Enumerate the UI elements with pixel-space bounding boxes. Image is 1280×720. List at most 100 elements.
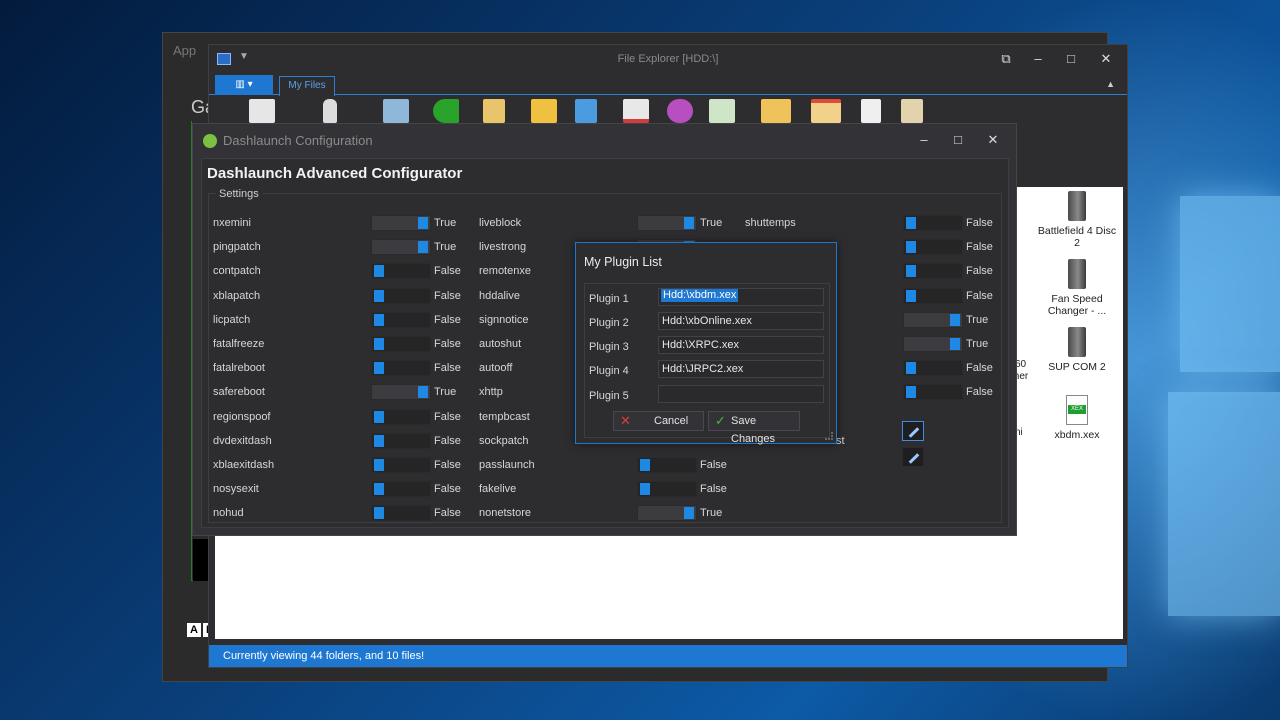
folder-gear-icon[interactable] xyxy=(761,99,791,123)
option-state: False xyxy=(966,217,993,229)
option-label-partial: st xyxy=(836,435,845,447)
option-toggle[interactable] xyxy=(371,457,431,473)
plugin-5-input[interactable] xyxy=(658,385,824,403)
folder-delete-icon[interactable] xyxy=(811,99,841,123)
file-name: Battlefield 4 Disc 2 xyxy=(1037,225,1117,249)
paste-icon[interactable] xyxy=(901,99,923,123)
option-toggle[interactable] xyxy=(637,505,697,522)
option-label: nxemini xyxy=(213,217,251,229)
number-seven-icon[interactable] xyxy=(249,99,275,123)
minimize-button[interactable]: – xyxy=(1021,45,1055,73)
option-label: hddalive xyxy=(479,289,520,302)
clipboard-icon[interactable] xyxy=(483,99,505,123)
option-toggle[interactable] xyxy=(903,311,963,328)
edit-plugin-button[interactable] xyxy=(902,447,924,467)
option-toggle[interactable] xyxy=(371,336,431,352)
option-toggle[interactable] xyxy=(371,263,431,280)
option-label: nosysexit xyxy=(213,483,259,496)
option-toggle[interactable] xyxy=(371,408,431,425)
option-label: contpatch xyxy=(213,265,261,278)
option-toggle[interactable] xyxy=(371,360,431,377)
option-toggle[interactable] xyxy=(903,263,963,280)
option-state: False xyxy=(434,338,461,350)
option-state: False xyxy=(434,410,461,423)
edit-icon[interactable] xyxy=(531,99,557,123)
copy-icon[interactable] xyxy=(861,99,881,123)
option-toggle[interactable] xyxy=(371,481,431,498)
option-toggle[interactable] xyxy=(903,287,963,304)
option-toggle[interactable] xyxy=(371,384,431,401)
save-changes-button[interactable]: ✓ Save Changes xyxy=(708,411,800,445)
app-menu-button[interactable]: ▥ ▾ xyxy=(215,75,273,95)
option-toggle[interactable] xyxy=(371,505,431,522)
option-toggle[interactable] xyxy=(371,215,431,231)
toggle-knob xyxy=(906,362,916,375)
option-state: True xyxy=(700,507,723,520)
plugin-2-input[interactable] xyxy=(658,312,824,330)
text-list-icon[interactable] xyxy=(575,99,597,123)
game-icon[interactable] xyxy=(667,99,693,123)
checklist-icon[interactable] xyxy=(623,99,649,123)
collapse-ribbon-icon[interactable]: ▲ xyxy=(1106,79,1115,89)
option-toggle[interactable] xyxy=(903,336,963,352)
option-label: autooff xyxy=(479,362,513,375)
drive-icon[interactable] xyxy=(383,99,409,123)
option-toggle[interactable] xyxy=(637,215,697,231)
toggle-knob xyxy=(906,386,916,399)
option-toggle[interactable] xyxy=(903,384,963,401)
option-toggle[interactable] xyxy=(637,457,697,473)
file-item[interactable]: Battlefield 4 Disc 2 xyxy=(1037,191,1117,249)
status-bar: Currently viewing 44 folders, and 10 fil… xyxy=(209,645,1127,667)
option-state: False xyxy=(966,289,993,302)
plugin-list-dialog: My Plugin List Plugin 1 Hdd:\xbdm.xex Pl… xyxy=(575,242,837,445)
file-item[interactable]: Fan Speed Changer - ... xyxy=(1037,259,1117,317)
plugin-4-input[interactable] xyxy=(658,360,824,378)
resize-grip-icon[interactable] xyxy=(825,432,833,440)
tab-my-files[interactable]: My Files xyxy=(279,76,335,96)
file-item[interactable]: XEX xbdm.xex xyxy=(1037,395,1117,441)
ribbon-tabstrip xyxy=(209,75,1127,95)
edit-plugin-button[interactable] xyxy=(902,421,924,441)
undo-arrow-icon[interactable] xyxy=(433,99,459,123)
option-label: nonetstore xyxy=(479,507,531,520)
rocket-icon[interactable] xyxy=(323,99,337,123)
toggle-knob xyxy=(374,362,384,375)
restore-window-icon[interactable]: ⧉ xyxy=(989,45,1023,73)
option-state: False xyxy=(434,362,461,375)
option-state: False xyxy=(434,483,461,496)
cancel-button[interactable]: ✕ Cancel xyxy=(613,411,704,431)
plugin-5-label: Plugin 5 xyxy=(589,390,629,402)
dashlaunch-minimize-button[interactable]: – xyxy=(907,126,941,154)
option-toggle[interactable] xyxy=(903,360,963,377)
option-toggle[interactable] xyxy=(371,311,431,328)
option-state: False xyxy=(434,507,461,520)
option-state: False xyxy=(700,483,727,496)
dashlaunch-maximize-button[interactable]: □ xyxy=(941,126,975,154)
option-toggle[interactable] xyxy=(637,481,697,498)
image-arrow-icon[interactable] xyxy=(709,99,735,123)
toggle-knob xyxy=(374,338,384,350)
toggle-knob xyxy=(640,459,650,471)
toggle-knob xyxy=(374,289,384,302)
file-item[interactable]: SUP COM 2 xyxy=(1037,327,1117,373)
toggle-knob xyxy=(418,241,428,254)
option-label: pingpatch xyxy=(213,241,261,254)
xbox-logo-icon xyxy=(203,134,217,148)
plugin-3-input[interactable] xyxy=(658,336,824,354)
dashlaunch-close-button[interactable]: ✕ xyxy=(976,126,1010,154)
option-toggle[interactable] xyxy=(903,239,963,256)
option-toggle[interactable] xyxy=(371,432,431,449)
checkmark-icon: ✓ xyxy=(715,413,726,428)
option-toggle[interactable] xyxy=(371,287,431,304)
option-toggle[interactable] xyxy=(371,239,431,256)
option-state: True xyxy=(966,338,989,350)
toggle-knob xyxy=(640,483,650,496)
toggle-knob xyxy=(950,338,960,350)
file-icon xyxy=(1068,191,1086,221)
option-label: sockpatch xyxy=(479,434,529,447)
option-toggle[interactable] xyxy=(903,215,963,231)
option-label: fakelive xyxy=(479,483,517,496)
file-icon xyxy=(1068,327,1086,357)
close-button[interactable]: ✕ xyxy=(1089,45,1123,73)
maximize-button[interactable]: □ xyxy=(1054,45,1088,73)
